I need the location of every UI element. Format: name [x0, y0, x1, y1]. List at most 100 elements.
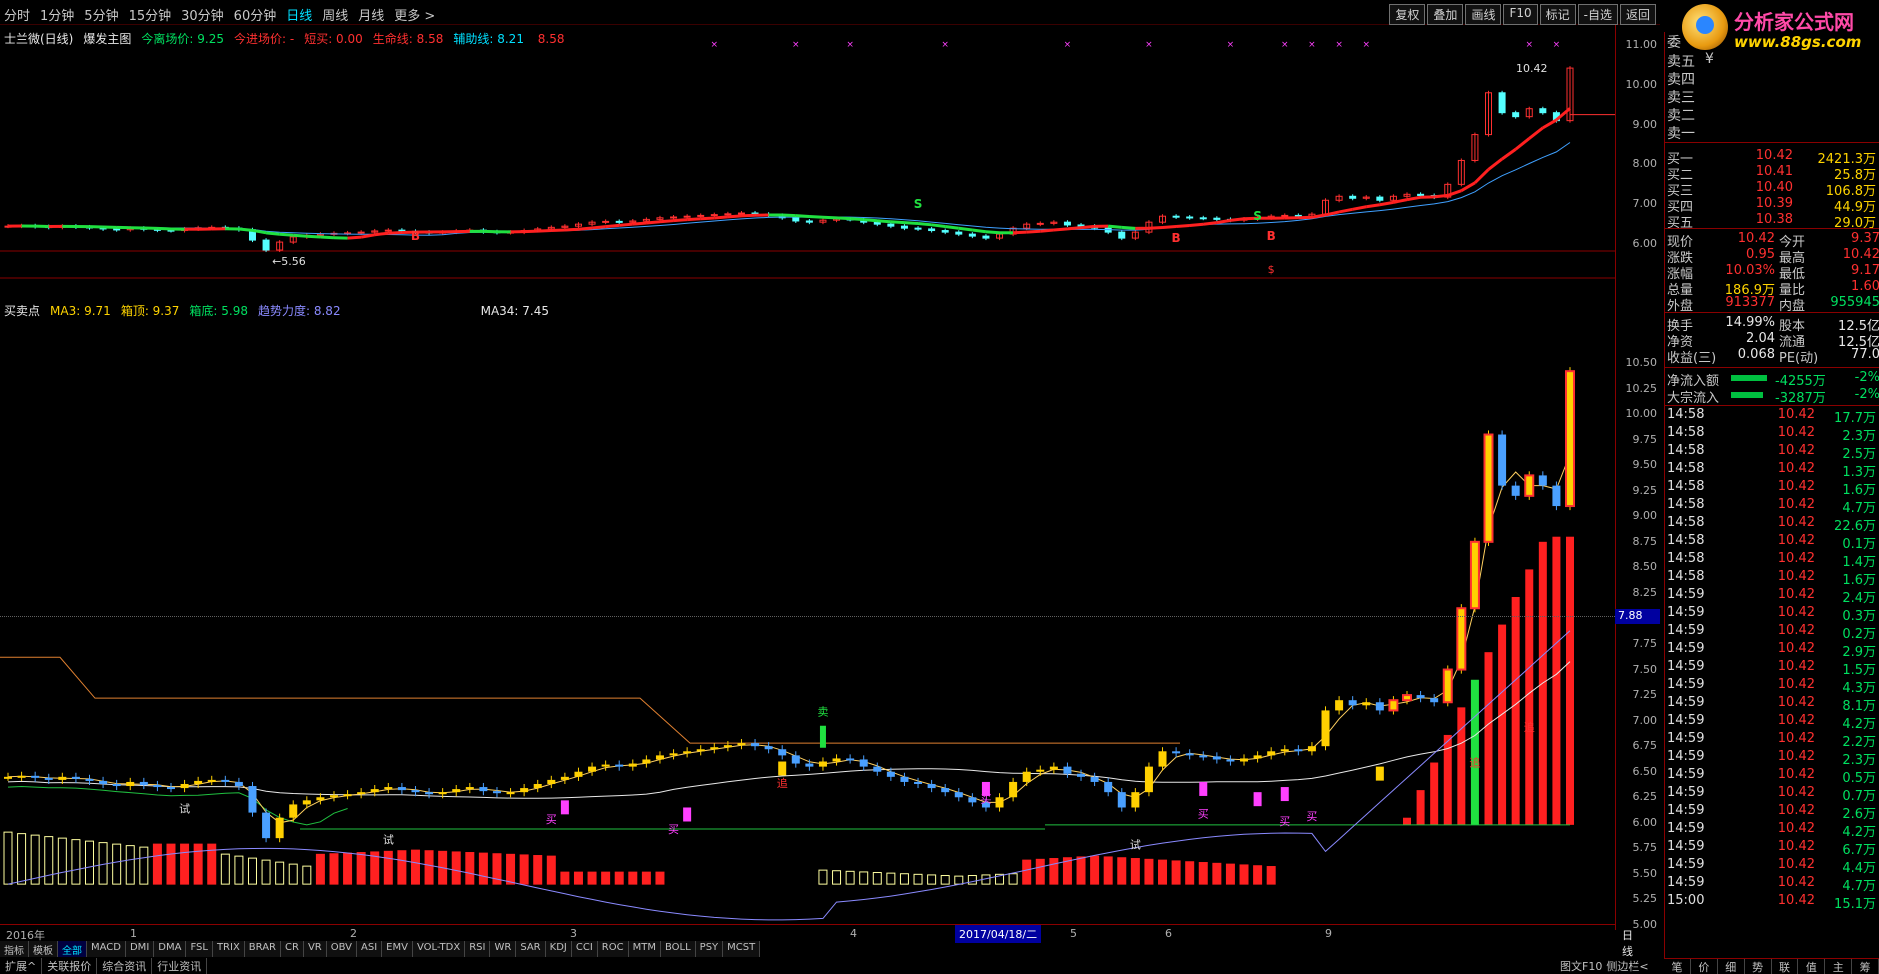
toolbar-button[interactable]: 返回	[1619, 4, 1656, 25]
ask-row[interactable]: 卖四	[1665, 69, 1879, 88]
histogram-bar	[1266, 866, 1276, 885]
tick-price: 10.42	[1777, 641, 1815, 656]
period-tab[interactable]: 更多 >	[394, 5, 435, 24]
sub-candle	[968, 797, 977, 803]
histogram-bar	[954, 875, 964, 885]
price-chart-area[interactable]: × × × × × × × × × × × × ×10.42←5.56BSBSB$卖试试 试买买买 买买买追…	[0, 25, 1615, 925]
indicator-tab[interactable]: BOLL	[660, 941, 696, 957]
indicator-tab[interactable]: BRAR	[244, 941, 281, 957]
tick-time: 14:58	[1667, 479, 1705, 494]
period-tab[interactable]: 日线	[286, 5, 312, 24]
bottom-tab[interactable]: 综合资讯	[97, 958, 153, 974]
indicator-tab[interactable]: CR	[281, 941, 304, 957]
tick-price: 10.42	[1777, 569, 1815, 584]
toolbar-button[interactable]: 标记	[1539, 4, 1576, 25]
histogram-bar	[967, 875, 977, 885]
sub-candle	[588, 766, 597, 772]
toolbar-button[interactable]: F10	[1503, 4, 1538, 25]
indicator-tab[interactable]: DMA	[154, 941, 187, 957]
toolbar-button[interactable]: -自选	[1577, 4, 1618, 25]
bottom-tab[interactable]: 行业资讯	[152, 958, 208, 974]
toolbar-button[interactable]: 复权	[1389, 4, 1426, 25]
main-candle	[697, 214, 705, 217]
bs-marker: B	[1172, 231, 1181, 245]
side-tab[interactable]: 主	[1825, 959, 1853, 974]
tick-price: 10.42	[1777, 605, 1815, 620]
period-tab[interactable]: 周线	[322, 5, 348, 24]
ask-row[interactable]: 卖五 ¥	[1665, 51, 1879, 70]
indicator-tab[interactable]: SAR	[516, 941, 546, 957]
indicator-tab[interactable]: 模板	[29, 941, 58, 957]
ask-row[interactable]: 卖三	[1665, 87, 1879, 106]
indicator-tab[interactable]: ASI	[357, 941, 383, 957]
sub-candle	[1036, 769, 1045, 772]
indicator-tab[interactable]: WR	[490, 941, 517, 957]
sub-candle	[1321, 710, 1330, 747]
toolbar-button[interactable]: 叠加	[1427, 4, 1464, 25]
period-tab[interactable]: 1分钟	[40, 5, 74, 24]
indicator-tab[interactable]: DMI	[125, 941, 155, 957]
indicator-tab[interactable]: RSI	[465, 941, 491, 957]
indicator-tab[interactable]: KDJ	[545, 941, 572, 957]
bottom-right-button[interactable]: 图文F10	[1560, 958, 1602, 974]
side-tab[interactable]: 联	[1772, 959, 1799, 974]
life-line	[157, 226, 172, 231]
indicator-tab[interactable]: EMV	[382, 941, 413, 957]
indicator-tab[interactable]: OBV	[326, 941, 357, 957]
period-tab[interactable]: 5分钟	[84, 5, 118, 24]
bottom-tab[interactable]: 扩展^	[0, 958, 43, 974]
tick-price: 10.42	[1777, 695, 1815, 710]
ask-row[interactable]: 卖二	[1665, 105, 1879, 124]
bottom-tab[interactable]: 关联报价	[42, 958, 98, 974]
sub-candle	[1538, 475, 1547, 486]
indicator-tab[interactable]: CCI	[571, 941, 598, 957]
indicator-tab[interactable]: 指标	[0, 941, 29, 957]
indicator-tab[interactable]: MCST	[723, 941, 761, 957]
indicator-tab[interactable]: VR	[303, 941, 327, 957]
indicator-tab[interactable]: TRIX	[212, 941, 245, 957]
toolbar-button[interactable]: 画线	[1465, 4, 1502, 25]
sub-candle	[1063, 766, 1072, 774]
bottom-right-button[interactable]: 侧边栏<	[1606, 958, 1648, 974]
price-marker: 7.88	[1615, 609, 1660, 624]
histogram-bar	[1484, 652, 1493, 825]
sub-candle	[343, 794, 352, 797]
tick-volume: 2.2万	[1842, 735, 1876, 750]
tick-price: 10.42	[1777, 533, 1815, 548]
side-tab[interactable]: 细	[1718, 959, 1745, 974]
indicator-tab[interactable]: MTM	[628, 941, 661, 957]
side-tab[interactable]: 筹	[1852, 959, 1879, 974]
indicator-tab[interactable]: VOL-TDX	[412, 941, 466, 957]
period-tab[interactable]: 月线	[358, 5, 384, 24]
tick-price: 10.42	[1777, 551, 1815, 566]
indicator-tab[interactable]: FSL	[186, 941, 213, 957]
indicator-tab[interactable]: PSY	[695, 941, 724, 957]
main-axis-tick: 9.00	[1632, 117, 1658, 131]
sub-axis-tick: 8.50	[1632, 560, 1658, 574]
sub-candle	[547, 779, 556, 784]
side-tab[interactable]: 值	[1798, 959, 1826, 974]
period-tab[interactable]: 分时	[4, 5, 30, 24]
cursor-line	[0, 616, 1615, 617]
period-tab[interactable]: 60分钟	[234, 5, 277, 24]
ask-row[interactable]: 卖一	[1665, 123, 1879, 142]
side-tab[interactable]: 势	[1745, 959, 1772, 974]
tick-price: 10.42	[1777, 713, 1815, 728]
period-tab[interactable]: 30分钟	[181, 5, 224, 24]
indicator-tab[interactable]: 全部	[58, 941, 87, 957]
life-line	[890, 220, 905, 225]
date-tick: 9	[1325, 927, 1332, 940]
indicator-tab[interactable]: MACD	[87, 941, 126, 957]
histogram-bar	[410, 849, 420, 885]
sub-candle	[723, 745, 732, 748]
sub-candle	[1294, 749, 1303, 752]
life-line	[687, 217, 701, 222]
period-tab[interactable]: 15分钟	[129, 5, 172, 24]
tick-volume: 0.1万	[1842, 537, 1876, 552]
separator	[1665, 228, 1879, 229]
histogram-bar	[1103, 856, 1113, 885]
indicator-tab[interactable]: ROC	[597, 941, 629, 957]
tick-row: 14:59 10.42 4.7万	[1665, 875, 1879, 894]
side-tab[interactable]: 价	[1691, 959, 1718, 974]
side-tab[interactable]: 笔	[1664, 959, 1691, 974]
